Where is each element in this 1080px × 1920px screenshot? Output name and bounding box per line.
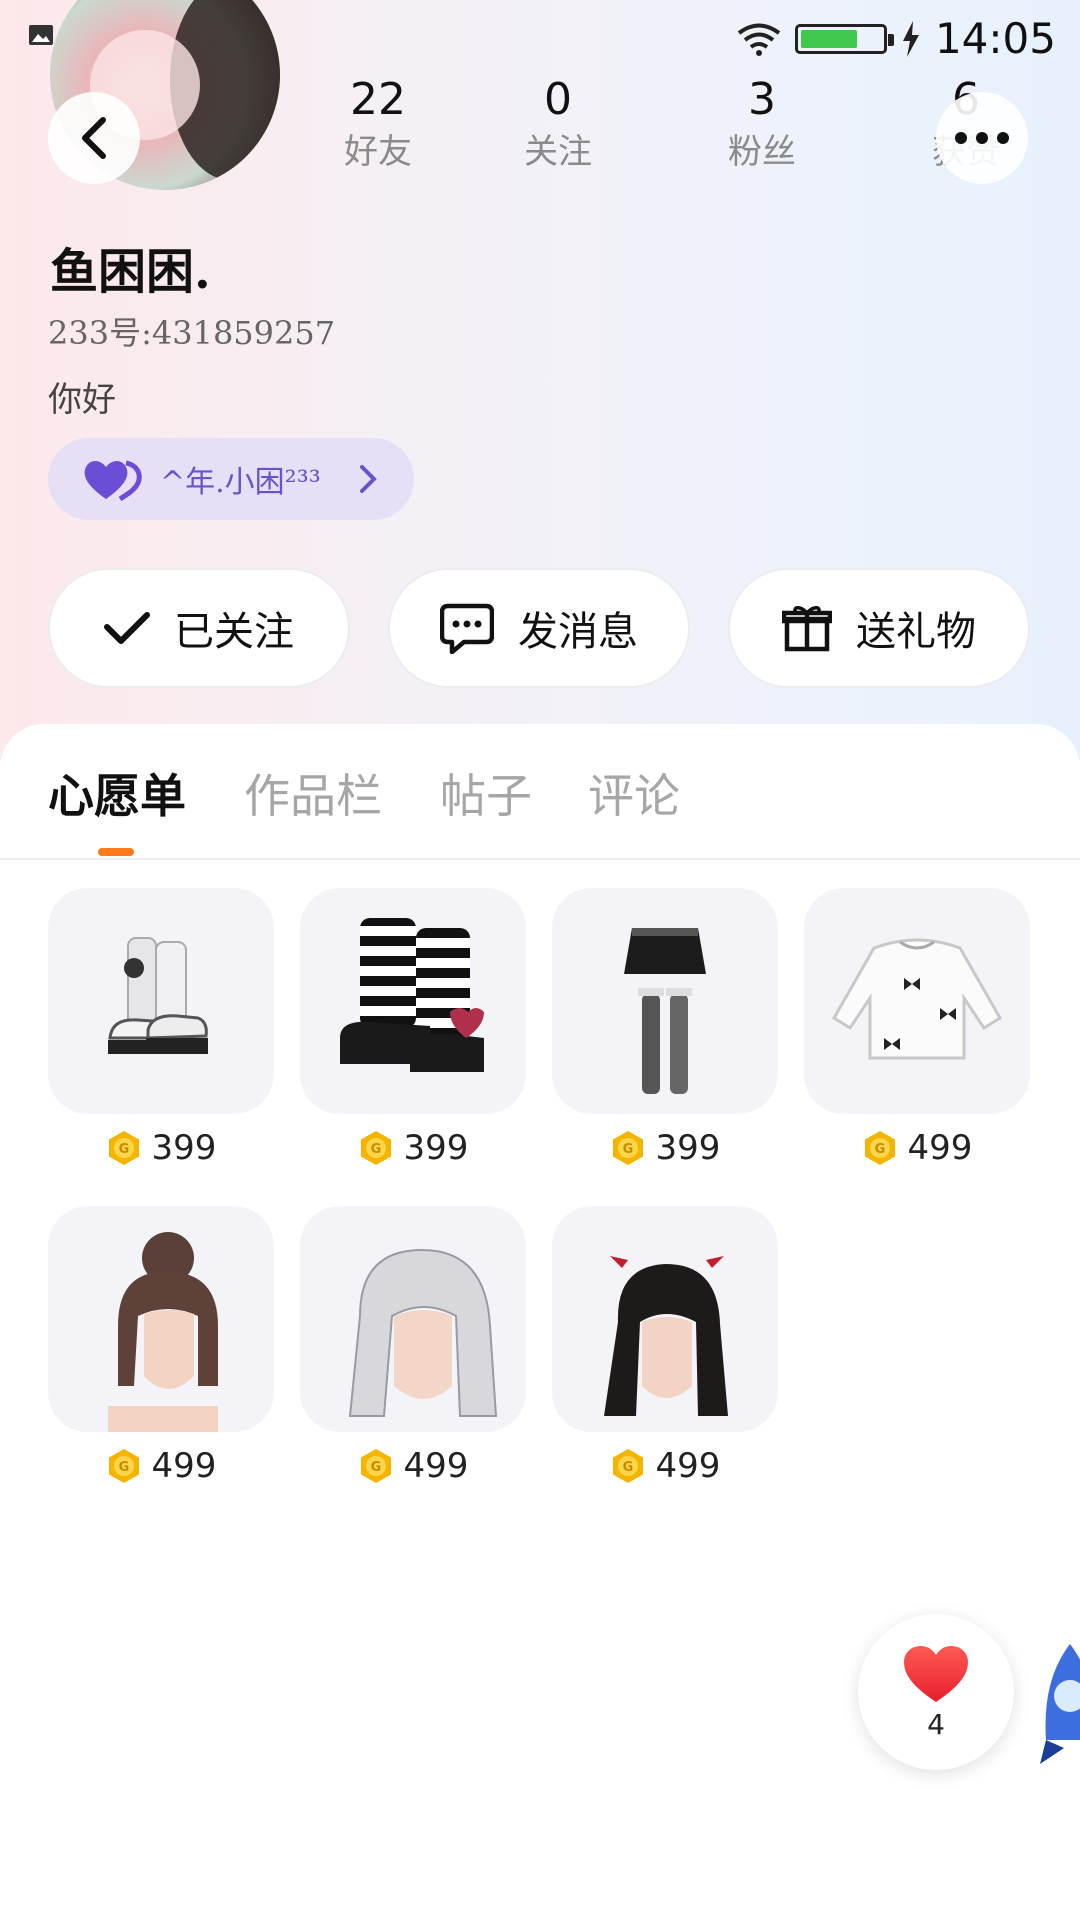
svg-text:G: G xyxy=(118,1142,129,1157)
striped-boots-icon xyxy=(300,888,526,1114)
item-price: G 499 xyxy=(552,1446,778,1486)
price-value: 499 xyxy=(151,1446,217,1486)
stat-value: 22 xyxy=(350,74,406,125)
stat-value: 0 xyxy=(544,74,572,125)
like-button[interactable]: 4 xyxy=(858,1614,1014,1770)
check-icon xyxy=(104,612,150,644)
stat-label: 关注 xyxy=(524,132,592,172)
double-heart-icon xyxy=(84,460,142,501)
more-button[interactable] xyxy=(936,92,1028,184)
more-dots-icon xyxy=(955,132,1009,144)
item-price: G 499 xyxy=(48,1446,274,1486)
clock: 14:05 xyxy=(934,14,1056,63)
chevron-left-icon xyxy=(82,117,106,159)
item-price: G 399 xyxy=(300,1128,526,1168)
coin-icon: G xyxy=(108,1449,139,1483)
stat-label: 粉丝 xyxy=(728,132,796,172)
coin-icon: G xyxy=(108,1131,139,1165)
svg-text:G: G xyxy=(370,1142,381,1157)
profile-name: 鱼困困. xyxy=(50,244,211,300)
profile-bio: 你好 xyxy=(48,380,116,420)
svg-text:G: G xyxy=(622,1142,633,1157)
price-value: 499 xyxy=(907,1128,973,1168)
price-value: 399 xyxy=(151,1128,217,1168)
coin-icon: G xyxy=(612,1131,643,1165)
svg-text:G: G xyxy=(874,1142,885,1157)
heart-icon xyxy=(904,1645,968,1702)
stat-fans[interactable]: 3 粉丝 xyxy=(692,70,832,174)
send-gift-label: 送礼物 xyxy=(856,609,976,655)
chat-bubble-icon xyxy=(440,603,494,654)
couple-tag-label: ^年.小困²³³ xyxy=(160,465,321,500)
price-value: 499 xyxy=(403,1446,469,1486)
item-price: G 499 xyxy=(300,1446,526,1486)
chevron-right-icon xyxy=(360,465,377,493)
price-value: 399 xyxy=(655,1128,721,1168)
svg-text:G: G xyxy=(370,1460,381,1475)
couple-tag[interactable]: ^年.小困²³³ xyxy=(48,438,414,520)
tab-posts[interactable]: 帖子 xyxy=(440,760,532,826)
like-count: 4 xyxy=(927,1707,945,1741)
item-price: G 499 xyxy=(804,1128,1030,1168)
white-boots-icon xyxy=(48,888,274,1114)
battery-icon xyxy=(794,23,894,54)
wishlist-item[interactable]: G 399 xyxy=(48,888,274,1168)
profile-id: 233号:431859257 xyxy=(48,314,336,352)
coin-icon: G xyxy=(864,1131,895,1165)
tab-wishlist[interactable]: 心愿单 xyxy=(48,760,186,826)
stat-following[interactable]: 0 关注 xyxy=(488,70,628,174)
svg-text:G: G xyxy=(118,1460,129,1475)
svg-text:G: G xyxy=(622,1460,633,1475)
coin-icon: G xyxy=(360,1449,391,1483)
black-hairstyle-icon xyxy=(552,1206,778,1432)
send-gift-button[interactable]: 送礼物 xyxy=(728,568,1030,688)
send-message-label: 发消息 xyxy=(518,609,638,655)
stat-value: 3 xyxy=(748,74,776,125)
gallery-notification-icon xyxy=(29,25,53,45)
tab-comments[interactable]: 评论 xyxy=(588,760,680,826)
stat-label: 好友 xyxy=(344,132,412,172)
skirt-stockings-icon xyxy=(552,888,778,1114)
coin-icon: G xyxy=(612,1449,643,1483)
bun-hairstyle-icon xyxy=(48,1206,274,1432)
gift-icon xyxy=(782,606,832,652)
wifi-icon xyxy=(737,23,781,56)
wishlist-item[interactable]: G 399 xyxy=(552,888,778,1168)
wishlist-item[interactable]: G 399 xyxy=(300,888,526,1168)
coin-icon: G xyxy=(360,1131,391,1165)
wishlist-item[interactable]: G 499 xyxy=(804,888,1030,1168)
silver-hairstyle-icon xyxy=(300,1206,526,1432)
tab-works[interactable]: 作品栏 xyxy=(244,760,382,826)
active-tab-indicator xyxy=(98,848,134,856)
item-price: G 399 xyxy=(552,1128,778,1168)
charging-icon xyxy=(902,20,919,57)
wishlist-item[interactable]: G 499 xyxy=(48,1206,274,1486)
followed-button-label: 已关注 xyxy=(174,609,294,655)
followed-button[interactable]: 已关注 xyxy=(48,568,350,688)
white-blouse-icon xyxy=(804,888,1030,1114)
rocket-icon[interactable] xyxy=(1040,1640,1080,1770)
back-button[interactable] xyxy=(48,92,140,184)
item-price: G 399 xyxy=(48,1128,274,1168)
tab-bar: 心愿单 作品栏 帖子 评论 xyxy=(0,724,1080,860)
stat-friends[interactable]: 22 好友 xyxy=(308,70,448,174)
price-value: 399 xyxy=(403,1128,469,1168)
wishlist-item[interactable]: G 499 xyxy=(552,1206,778,1486)
send-message-button[interactable]: 发消息 xyxy=(388,568,690,688)
price-value: 499 xyxy=(655,1446,721,1486)
wishlist-item[interactable]: G 499 xyxy=(300,1206,526,1486)
